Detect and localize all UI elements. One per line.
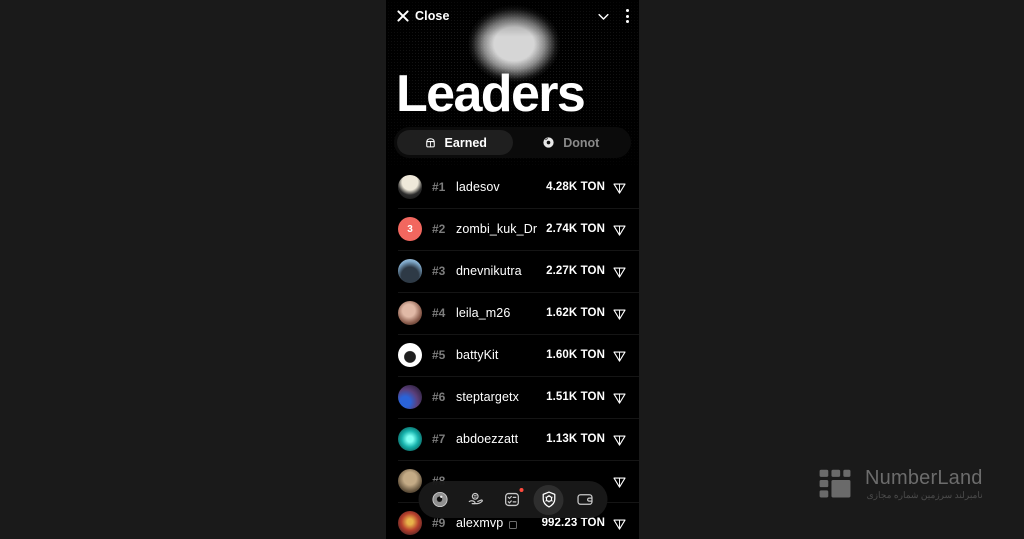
rank-label: #4 [432,306,446,320]
avatar [398,469,422,493]
rank-label: #5 [432,348,446,362]
avatar [398,259,422,283]
amount-label: 2.27K TON [546,265,605,277]
rank-label: #6 [432,390,446,404]
table-row[interactable]: #1 ladesov 4.28K TON [386,166,639,208]
ton-diamond-icon [613,393,626,404]
nav-item-tasks[interactable] [497,485,527,515]
hero-header: Close Leaders Earned Donot [386,0,639,166]
avatar [398,175,422,199]
kebab-menu-icon[interactable] [625,8,629,24]
hand-coin-icon [468,492,484,505]
amount-label: 2.74K TON [546,223,605,235]
avatar: 3 [398,217,422,241]
tab-earned-label: Earned [444,135,487,150]
avatar [398,385,422,409]
donut-icon [543,137,554,148]
top-bar: Close [386,0,639,32]
avatar [398,343,422,367]
ton-diamond-icon [613,183,626,194]
notification-badge-dot [519,487,524,492]
tab-earned[interactable]: Earned [397,130,513,155]
table-row[interactable]: #3 dnevnikutra 2.27K TON [386,250,639,292]
rank-label: #9 [432,516,446,530]
bottom-navigation-bar [418,481,607,518]
amount-label: 4.28K TON [546,181,605,193]
avatar [398,427,422,451]
segmented-tabs: Earned Donot [394,127,631,158]
table-row[interactable]: 3 #2 zombi_kuk_Dr 2.74K TON [386,208,639,250]
table-row[interactable]: #5 battyKit 1.60K TON [386,334,639,376]
rank-label: #3 [432,264,446,278]
username-label: dnevnikutra [456,264,522,278]
amount-label: 992.23 TON [541,517,605,529]
ton-diamond-icon [613,519,626,530]
ton-diamond-icon [613,225,626,236]
phone-screen: Close Leaders Earned Donot #1 ladesov 4.… [386,0,639,539]
amount-label: 1.62K TON [546,307,605,319]
tasks-icon [505,492,520,507]
table-row[interactable]: #7 abdoezzatt 1.13K TON [386,418,639,460]
avatar-badge-text: 3 [407,223,413,235]
top-bar-actions [596,8,629,24]
close-x-icon [396,10,409,23]
ton-diamond-icon [613,309,626,320]
rank-label: #1 [432,180,446,194]
home-indicator [508,521,517,529]
username-label: steptargetx [456,390,519,404]
badge-gear-icon [542,491,556,508]
wallet-icon [577,494,593,505]
username-label: alexmvp [456,516,504,530]
close-button[interactable]: Close [396,9,450,23]
ton-diamond-icon [613,435,626,446]
nav-item-wallet[interactable] [570,485,600,515]
can-icon [425,138,435,148]
nav-item-hand-coin[interactable] [461,485,491,515]
table-row[interactable]: #6 steptargetx 1.51K TON [386,376,639,418]
numberland-watermark: NumberLand نامبرلند سرزمین شماره مجازی [818,456,1004,512]
tab-donot[interactable]: Donot [513,130,629,155]
ton-diamond-icon [613,477,626,488]
username-label: abdoezzatt [456,432,519,446]
tab-donot-label: Donot [563,135,600,150]
amount-label: 1.60K TON [546,349,605,361]
avatar [398,511,422,535]
ton-diamond-icon [613,267,626,278]
nav-item-badge-gear[interactable] [533,484,564,515]
username-label: battyKit [456,348,499,362]
rank-label: #2 [432,222,446,236]
avatar [398,301,422,325]
nav-item-coin[interactable] [425,485,455,515]
page-title: Leaders [396,65,586,123]
table-row[interactable]: #4 leila_m26 1.62K TON [386,292,639,334]
watermark-subtitle: نامبرلند سرزمین شماره مجازی [866,490,983,500]
coin-icon [432,491,448,508]
rank-label: #7 [432,432,446,446]
amount-label: 1.13K TON [546,433,605,445]
close-button-label: Close [415,9,450,23]
username-label: leila_m26 [456,306,511,320]
ton-diamond-icon [613,351,626,362]
username-label: ladesov [456,180,500,194]
watermark-title: NumberLand [865,467,983,489]
numberland-logo-icon [819,469,851,498]
username-label: zombi_kuk_Dr [456,222,538,236]
chevron-down-icon[interactable] [596,9,611,24]
watermark-text: NumberLand نامبرلند سرزمین شماره مجازی [865,467,983,501]
amount-label: 1.51K TON [546,391,605,403]
